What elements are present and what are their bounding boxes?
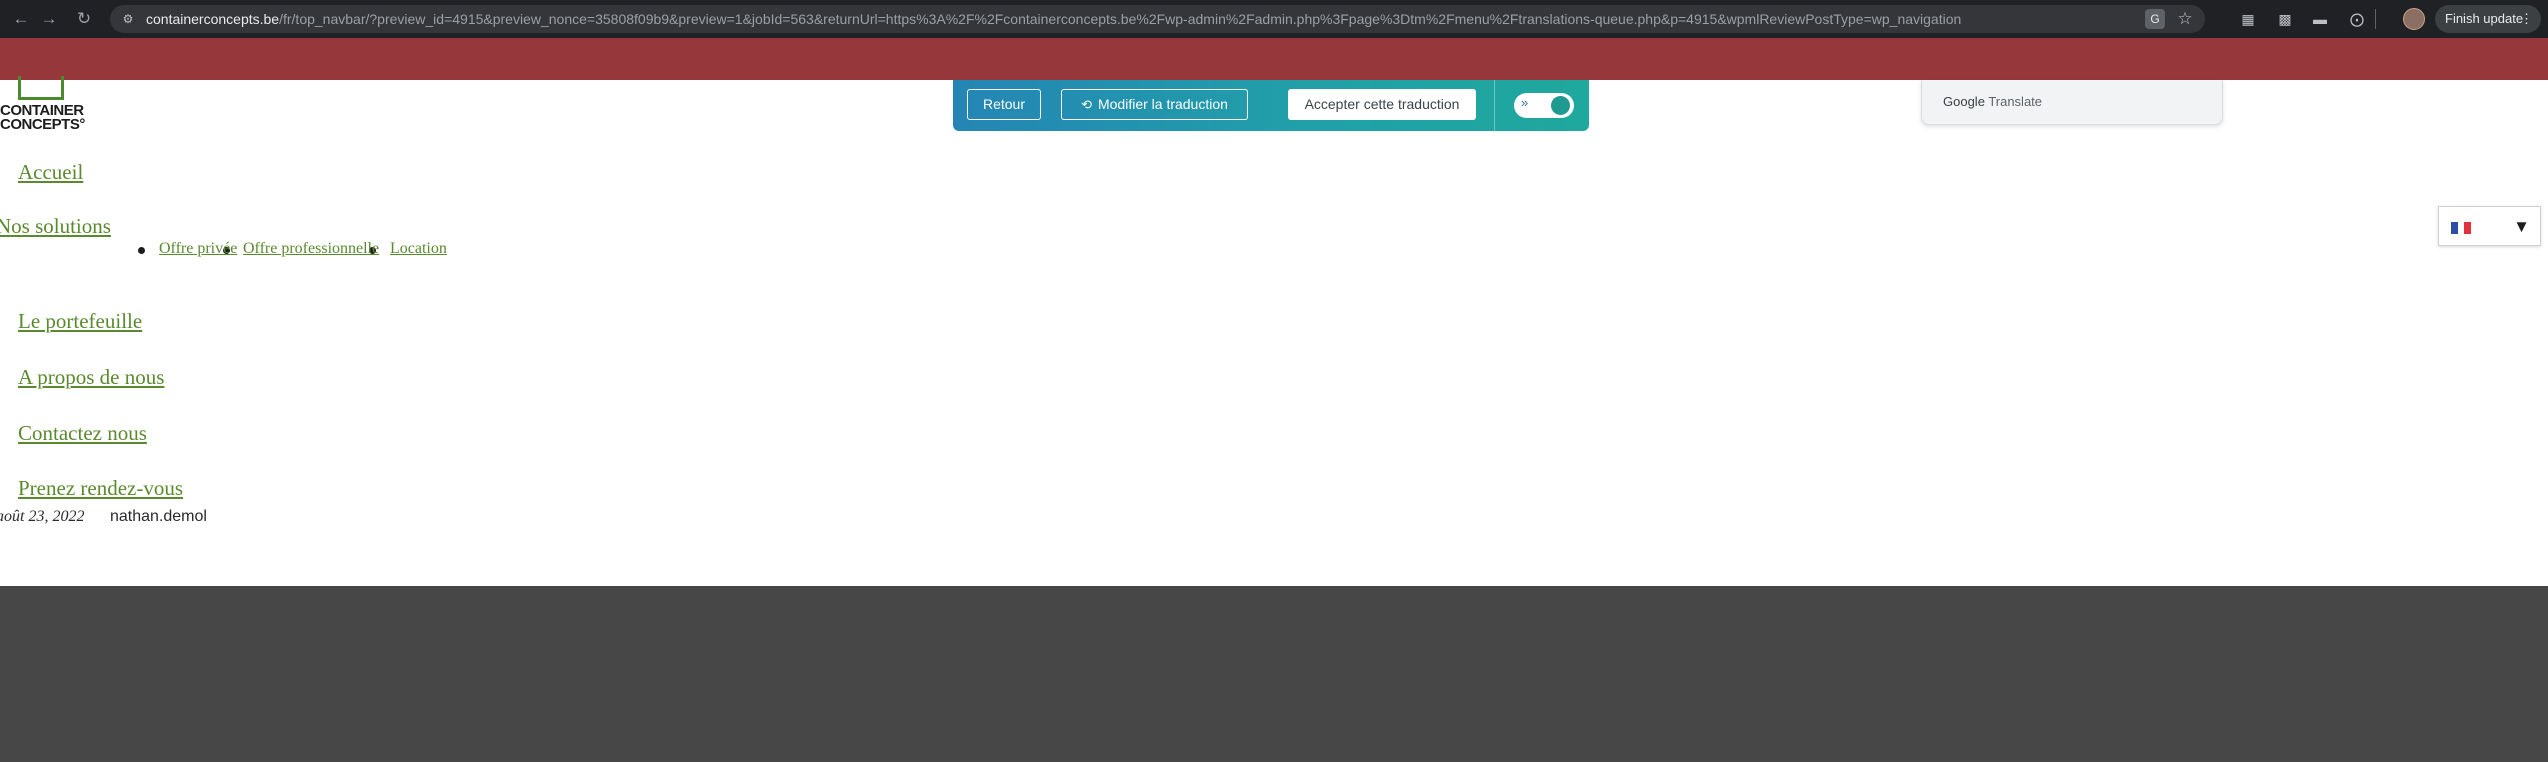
nav-item-nos-solutions[interactable]: Nos solutions — [0, 214, 111, 239]
site-info-icon[interactable]: ⚙ — [120, 11, 136, 27]
logo-line-2: CONCEPTS° — [0, 116, 85, 133]
page-root: ← → ↻ ⚙ containerconcepts.be/fr/top_navb… — [0, 0, 2548, 762]
accept-translation-button[interactable]: Accepter cette traduction — [1288, 89, 1476, 120]
logo-mark — [18, 76, 64, 100]
nav-item-a-propos[interactable]: A propos de nous — [18, 365, 164, 390]
reload-icon[interactable]: ↻ — [73, 8, 95, 30]
admin-bar — [0, 38, 2548, 80]
edit-icon: ⟲ — [1081, 97, 1092, 112]
translate-text: Translate — [1988, 94, 2043, 109]
chevron-down-icon: ▼ — [2513, 217, 2530, 236]
toggle-knob — [1551, 96, 1570, 115]
submenu-item-offre-privee[interactable]: Offre privée — [159, 240, 237, 258]
browser-toolbar: ← → ↻ ⚙ containerconcepts.be/fr/top_navb… — [0, 0, 2548, 38]
nav-item-portefeuille[interactable]: Le portefeuille — [18, 309, 142, 334]
url-host: containerconcepts.be — [146, 11, 280, 27]
edit-translation-label: Modifier la traduction — [1097, 96, 1228, 112]
toolbar-separator — [1494, 80, 1495, 131]
list-bullet — [138, 247, 145, 254]
edit-translation-button[interactable]: ⟲ Modifier la traduction — [1061, 89, 1248, 120]
submenu-item-location[interactable]: Location — [390, 240, 447, 258]
finish-update-label: Finish update — [2445, 11, 2524, 26]
google-translate-label: Google Translate — [1943, 94, 2042, 109]
nav-item-contact[interactable]: Contactez nous — [18, 421, 147, 446]
address-bar[interactable]: ⚙ containerconcepts.be/fr/top_navbar/?pr… — [110, 5, 2205, 33]
puzzle-icon[interactable]: ⨀ — [2347, 9, 2367, 29]
bookmark-icon[interactable]: ▩ — [2275, 9, 2295, 29]
url-path: /fr/top_navbar/?preview_id=4915&preview_… — [279, 11, 1962, 27]
translation-review-toolbar: Retour ⟲ Modifier la traduction Accepter … — [953, 80, 1589, 131]
profile-avatar[interactable] — [2403, 8, 2425, 30]
submenu-item-offre-pro[interactable]: Offre professionnelle — [243, 240, 379, 258]
site-logo[interactable]: CONTAINER CONCEPTS° — [0, 76, 92, 134]
nav-item-accueil[interactable]: Accueil — [18, 160, 83, 185]
flag-fr-icon — [2451, 222, 2472, 234]
google-brand: Google — [1943, 94, 1985, 109]
translate-icon[interactable]: G — [2145, 9, 2165, 29]
star-icon[interactable]: ☆ — [2175, 8, 2195, 30]
url-text[interactable]: containerconcepts.be/fr/top_navbar/?prev… — [146, 11, 1961, 27]
back-button[interactable]: Retour — [967, 89, 1041, 120]
site-footer — [0, 586, 2548, 762]
toolbar-divider — [2375, 9, 2376, 29]
post-author: nathan.demol — [110, 508, 207, 525]
submenu-nos-solutions: Offre privée Offre professionnelle Locat… — [138, 239, 468, 261]
media-icon[interactable]: ▬ — [2310, 9, 2330, 29]
forward-icon[interactable]: → — [38, 8, 60, 30]
collapse-icon: » — [1521, 95, 1529, 110]
preview-toggle[interactable]: » — [1514, 93, 1574, 118]
menu-dots-icon[interactable]: ⋮ — [2520, 5, 2533, 33]
google-translate-bar[interactable]: Google Translate — [1921, 80, 2223, 125]
nav-item-rendez-vous[interactable]: Prenez rendez-vous — [18, 476, 183, 501]
extension-icon[interactable]: ▦ — [2238, 9, 2258, 29]
post-date: août 23, 2022 — [0, 508, 85, 525]
back-icon[interactable]: ← — [10, 8, 32, 30]
finish-update-button[interactable]: Finish update ⋮ — [2435, 5, 2541, 33]
language-switcher[interactable]: ▼ — [2438, 206, 2541, 246]
